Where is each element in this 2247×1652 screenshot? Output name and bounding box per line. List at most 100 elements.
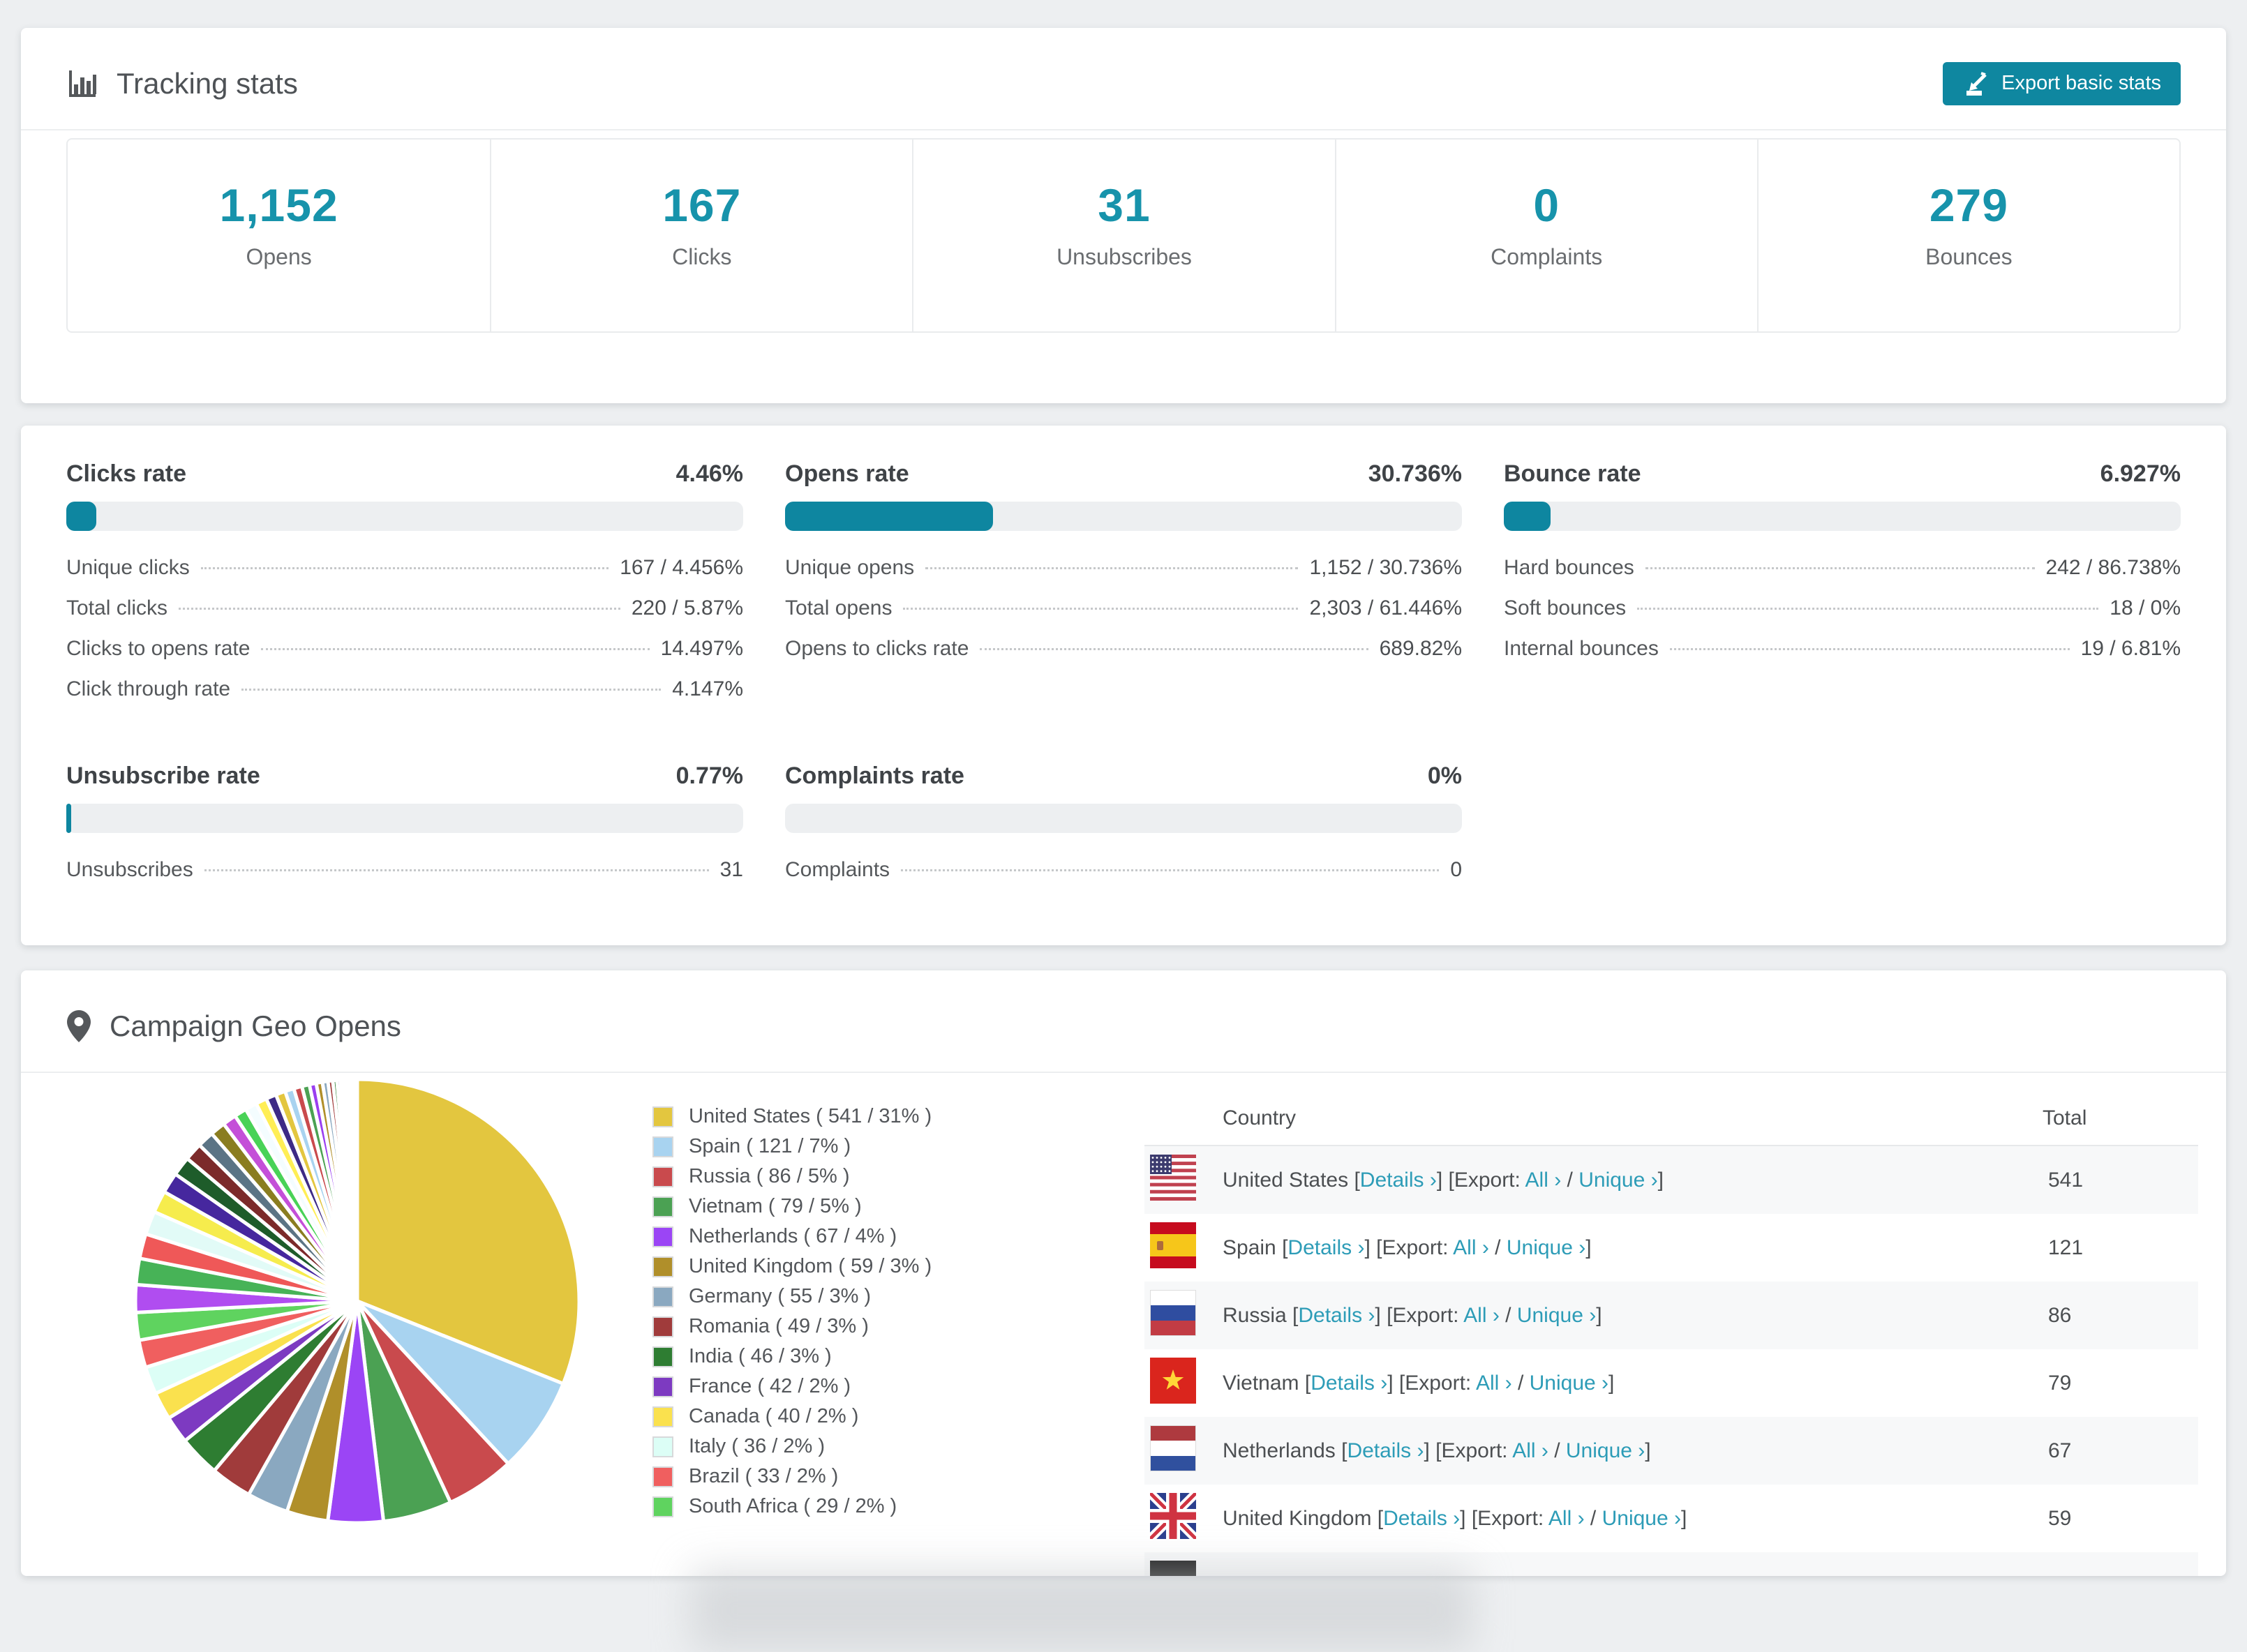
- export-icon: [1966, 71, 1987, 96]
- export-all-link[interactable]: All ›: [1525, 1169, 1562, 1192]
- tracking-stats-title-text: Tracking stats: [117, 66, 298, 100]
- details-link[interactable]: Details ›: [1287, 1236, 1364, 1259]
- clicks-label: Clicks: [672, 244, 732, 269]
- country-name: Vietnam [: [1223, 1371, 1311, 1395]
- bar-chart-icon: [69, 70, 96, 97]
- legend-item[interactable]: United States ( 541 / 31% ): [652, 1102, 932, 1132]
- country-total: 541: [2048, 1168, 2084, 1192]
- details-link[interactable]: Details ›: [1311, 1372, 1387, 1395]
- legend-item[interactable]: Netherlands ( 67 / 4% ): [652, 1222, 932, 1252]
- export-unique-link[interactable]: Unique ›: [1602, 1507, 1681, 1530]
- country-total: 55: [2048, 1575, 2198, 1577]
- clicks-rate-block: Clicks rate 4.46% Unique clicks 167 / 4.4…: [66, 460, 743, 718]
- export-all-link[interactable]: All ›: [1512, 1439, 1548, 1462]
- bounce-rate-block: Bounce rate 6.927% Hard bounces 242 / 86.…: [1504, 460, 2181, 718]
- unsubscribe-rate-block: Unsubscribe rate 0.77% Unsubscribes 31: [66, 763, 743, 899]
- legend-label: Russia ( 86 / 5% ): [689, 1165, 850, 1187]
- bracket-close: ]: [1657, 1168, 1664, 1192]
- map-pin-icon: [67, 1009, 91, 1042]
- geo-opens-pie-chart[interactable]: [127, 1071, 588, 1531]
- unique-opens-row: Unique opens 1,152 / 30.736%: [785, 556, 1462, 579]
- export-unique-link[interactable]: Unique ›: [1507, 1236, 1585, 1259]
- tracking-stats-card: Tracking stats Export basic stats 1,152 …: [21, 28, 2226, 403]
- geo-table-row: Netherlands [Details ›] [Export: All › /…: [1144, 1417, 2198, 1485]
- bracket-close: ]: [1618, 1575, 1624, 1577]
- export-prefix: ] [Export:: [1460, 1506, 1548, 1530]
- legend-item[interactable]: Romania ( 49 / 3% ): [652, 1312, 932, 1342]
- details-link[interactable]: Details ›: [1360, 1169, 1437, 1192]
- export-unique-link[interactable]: Unique ›: [1530, 1372, 1608, 1395]
- opens-to-clicks-row: Opens to clicks rate 689.82%: [785, 637, 1462, 660]
- export-prefix: ] [Export:: [1364, 1236, 1454, 1259]
- link-separator: /: [1488, 1236, 1507, 1259]
- unsubscribe-rate-value: 0.77%: [675, 763, 743, 789]
- details-link[interactable]: Details ›: [1320, 1575, 1397, 1577]
- details-link[interactable]: Details ›: [1383, 1507, 1460, 1530]
- legend-item[interactable]: Germany ( 55 / 3% ): [652, 1282, 932, 1312]
- export-all-link[interactable]: All ›: [1476, 1372, 1512, 1395]
- legend-swatch: [652, 1166, 673, 1187]
- legend-swatch: [652, 1196, 673, 1217]
- geo-table-row: Russia [Details ›] [Export: All › / Uniq…: [1144, 1282, 2198, 1349]
- legend-swatch: [652, 1376, 673, 1397]
- de-flag-icon: [1150, 1560, 1196, 1576]
- legend-item[interactable]: Vietnam ( 79 / 5% ): [652, 1192, 932, 1222]
- export-all-link[interactable]: All ›: [1486, 1575, 1522, 1577]
- legend-item[interactable]: South Africa ( 29 / 2% ): [652, 1492, 932, 1522]
- legend-item[interactable]: Russia ( 86 / 5% ): [652, 1162, 932, 1192]
- legend-item[interactable]: Canada ( 40 / 2% ): [652, 1402, 932, 1432]
- bounce-rate-title: Bounce rate: [1504, 460, 1641, 487]
- geo-table-row: United Kingdom [Details ›] [Export: All …: [1144, 1485, 2198, 1552]
- summary-opens: 1,152 Opens: [68, 140, 490, 331]
- us-flag-icon: [1150, 1154, 1196, 1206]
- bracket-close: ]: [1681, 1506, 1687, 1530]
- export-unique-link[interactable]: Unique ›: [1566, 1439, 1645, 1462]
- link-separator: /: [1548, 1439, 1566, 1462]
- geo-table-row: Germany [Details ›] [Export: All › / Uni…: [1144, 1552, 2198, 1576]
- country-name: Spain [: [1223, 1236, 1288, 1259]
- legend-label: France ( 42 / 2% ): [689, 1375, 851, 1397]
- legend-swatch: [652, 1346, 673, 1367]
- opens-label: Opens: [246, 244, 312, 269]
- legend-swatch: [652, 1496, 673, 1517]
- export-prefix: ] [Export:: [1397, 1575, 1486, 1577]
- legend-item[interactable]: Italy ( 36 / 2% ): [652, 1432, 932, 1462]
- export-basic-stats-button[interactable]: Export basic stats: [1943, 61, 2181, 105]
- export-all-link[interactable]: All ›: [1453, 1236, 1489, 1259]
- opens-rate-value: 30.736%: [1368, 460, 1462, 487]
- export-prefix: ] [Export:: [1424, 1439, 1513, 1462]
- geo-opens-card: Campaign Geo Opens United States ( 541 /…: [21, 970, 2226, 1576]
- bounce-rate-value: 6.927%: [2100, 460, 2181, 487]
- legend-item[interactable]: France ( 42 / 2% ): [652, 1372, 932, 1402]
- country-total: 67: [2048, 1439, 2072, 1462]
- rates-card: Clicks rate 4.46% Unique clicks 167 / 4.4…: [21, 426, 2226, 945]
- export-unique-link[interactable]: Unique ›: [1517, 1304, 1596, 1327]
- export-unique-link[interactable]: Unique ›: [1539, 1575, 1618, 1577]
- tracking-stats-title: Tracking stats: [66, 67, 298, 100]
- export-unique-link[interactable]: Unique ›: [1578, 1169, 1657, 1192]
- link-separator: /: [1521, 1575, 1539, 1577]
- ru-flag-icon: [1150, 1289, 1196, 1342]
- export-all-link[interactable]: All ›: [1548, 1507, 1585, 1530]
- export-all-link[interactable]: All ›: [1463, 1304, 1500, 1327]
- details-link[interactable]: Details ›: [1298, 1304, 1375, 1327]
- legend-item[interactable]: United Kingdom ( 59 / 3% ): [652, 1252, 932, 1282]
- legend-label: Netherlands ( 67 / 4% ): [689, 1225, 897, 1247]
- bracket-close: ]: [1645, 1439, 1651, 1462]
- country-total: 86: [2048, 1303, 2072, 1327]
- legend-item[interactable]: India ( 46 / 3% ): [652, 1342, 932, 1372]
- unsubscribes-label: Unsubscribes: [1057, 244, 1192, 269]
- details-link[interactable]: Details ›: [1347, 1439, 1424, 1462]
- legend-swatch: [652, 1436, 673, 1457]
- legend-item[interactable]: Brazil ( 33 / 2% ): [652, 1462, 932, 1492]
- geo-opens-header: Campaign Geo Opens: [21, 970, 2226, 1073]
- geo-table-row: Spain [Details ›] [Export: All › / Uniqu…: [1144, 1214, 2198, 1282]
- legend-swatch: [652, 1406, 673, 1427]
- total-column-header: Total: [2043, 1106, 2087, 1129]
- clicks-rate-title: Clicks rate: [66, 460, 186, 487]
- unsubscribes-row: Unsubscribes 31: [66, 858, 743, 881]
- total-clicks-row: Total clicks 220 / 5.87%: [66, 596, 743, 620]
- bracket-close: ]: [1608, 1371, 1615, 1395]
- legend-item[interactable]: Spain ( 121 / 7% ): [652, 1132, 932, 1162]
- bounces-count: 279: [1929, 179, 2008, 231]
